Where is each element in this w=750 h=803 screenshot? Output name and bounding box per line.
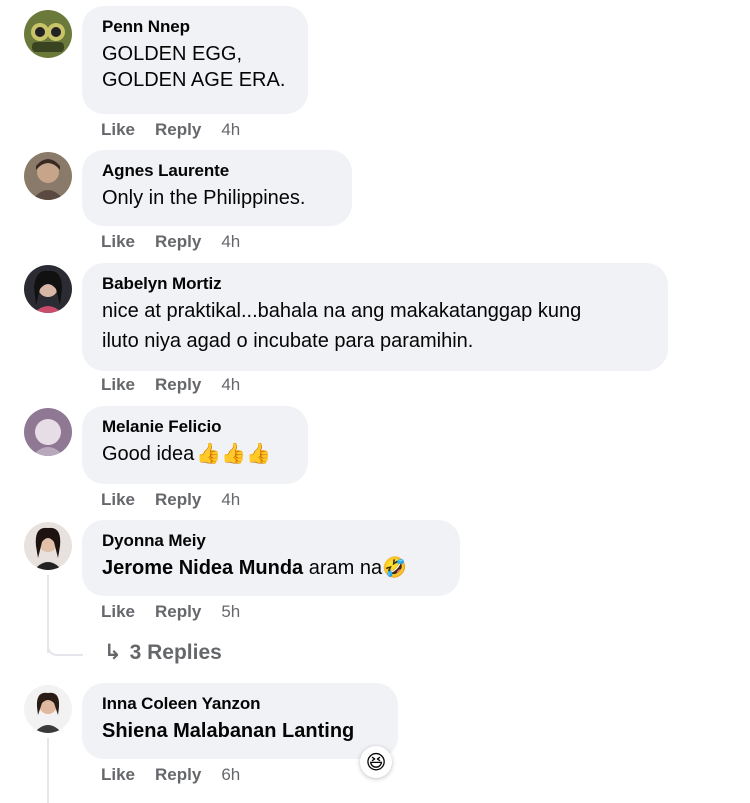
reply-button[interactable]: Reply <box>155 232 201 251</box>
comment-bubble: Inna Coleen Yanzon Shiena Malabanan Lant… <box>82 683 398 759</box>
thread-line <box>47 738 49 803</box>
author-name[interactable]: Penn Nnep <box>102 16 288 38</box>
comment-text: Good idea 👍👍👍 <box>102 438 288 470</box>
comment-text: Only in the Philippines. <box>102 187 306 209</box>
like-button[interactable]: Like <box>101 375 135 394</box>
author-name[interactable]: Babelyn Mortiz <box>102 273 648 295</box>
laughing-emoji-icon: 🤣 <box>382 557 408 579</box>
comment-actions: Like Reply 5h <box>101 602 260 622</box>
reply-button[interactable]: Reply <box>155 120 201 139</box>
thumbs-up-emoji-icon: 👍👍👍 <box>196 443 272 465</box>
mention-link[interactable]: Shiena Malabanan Lanting <box>102 720 354 742</box>
avatar[interactable] <box>24 408 72 456</box>
comment-text: iluto niya agad o incubate para paramihi… <box>102 330 474 352</box>
like-button[interactable]: Like <box>101 120 135 139</box>
reply-button[interactable]: Reply <box>155 602 201 621</box>
reply-arrow-icon: ↳ <box>104 641 122 664</box>
mention-link[interactable]: Jerome Nidea Munda <box>102 557 303 579</box>
view-replies-link[interactable]: ↳ 3 Replies <box>104 640 222 665</box>
comment-text-body: aram na <box>303 557 383 579</box>
comment-actions: Like Reply 4h <box>101 232 260 252</box>
like-button[interactable]: Like <box>101 490 135 509</box>
comment-text: GOLDEN AGE ERA. <box>102 69 286 91</box>
comment-text: nice at praktikal...bahala na ang makaka… <box>102 300 582 322</box>
reply-button[interactable]: Reply <box>155 375 201 394</box>
comment-bubble: Agnes Laurente Only in the Philippines. <box>82 150 352 226</box>
timestamp[interactable]: 5h <box>221 602 240 621</box>
laughing-reaction-icon[interactable]: 😆 <box>360 746 392 778</box>
author-name[interactable]: Agnes Laurente <box>102 160 332 182</box>
author-name[interactable]: Melanie Felicio <box>102 416 288 438</box>
avatar[interactable] <box>24 10 72 58</box>
comment-bubble: Babelyn Mortiz nice at praktikal...bahal… <box>82 263 668 371</box>
avatar[interactable] <box>24 152 72 200</box>
timestamp[interactable]: 4h <box>221 120 240 139</box>
author-name[interactable]: Dyonna Meiy <box>102 530 440 552</box>
like-button[interactable]: Like <box>101 765 135 784</box>
comment-bubble: Penn Nnep GOLDEN EGG, GOLDEN AGE ERA. <box>82 6 308 114</box>
comment-text-body: Good idea <box>102 443 195 465</box>
avatar[interactable] <box>24 265 72 313</box>
avatar[interactable] <box>24 685 72 733</box>
author-name[interactable]: Inna Coleen Yanzon <box>102 693 378 715</box>
timestamp[interactable]: 4h <box>221 375 240 394</box>
avatar[interactable] <box>24 522 72 570</box>
laughing-emoji-icon: 😆 <box>365 751 387 774</box>
comment-text: Jerome Nidea Munda aram na🤣 <box>102 552 440 584</box>
thread-connector <box>47 638 83 656</box>
comment-actions: Like Reply 4h <box>101 490 260 510</box>
reply-button[interactable]: Reply <box>155 490 201 509</box>
comment-bubble: Dyonna Meiy Jerome Nidea Munda aram na🤣 <box>82 520 460 596</box>
comment-bubble: Melanie Felicio Good idea 👍👍👍 <box>82 406 308 484</box>
like-button[interactable]: Like <box>101 232 135 251</box>
replies-count: 3 Replies <box>129 641 222 664</box>
like-button[interactable]: Like <box>101 602 135 621</box>
timestamp[interactable]: 4h <box>221 232 240 251</box>
timestamp[interactable]: 6h <box>221 765 240 784</box>
timestamp[interactable]: 4h <box>221 490 240 509</box>
comment-text: Shiena Malabanan Lanting <box>102 715 378 747</box>
reply-button[interactable]: Reply <box>155 765 201 784</box>
comment-actions: Like Reply 6h <box>101 765 260 785</box>
comment-actions: Like Reply 4h <box>101 120 260 140</box>
comment-actions: Like Reply 4h <box>101 375 260 395</box>
